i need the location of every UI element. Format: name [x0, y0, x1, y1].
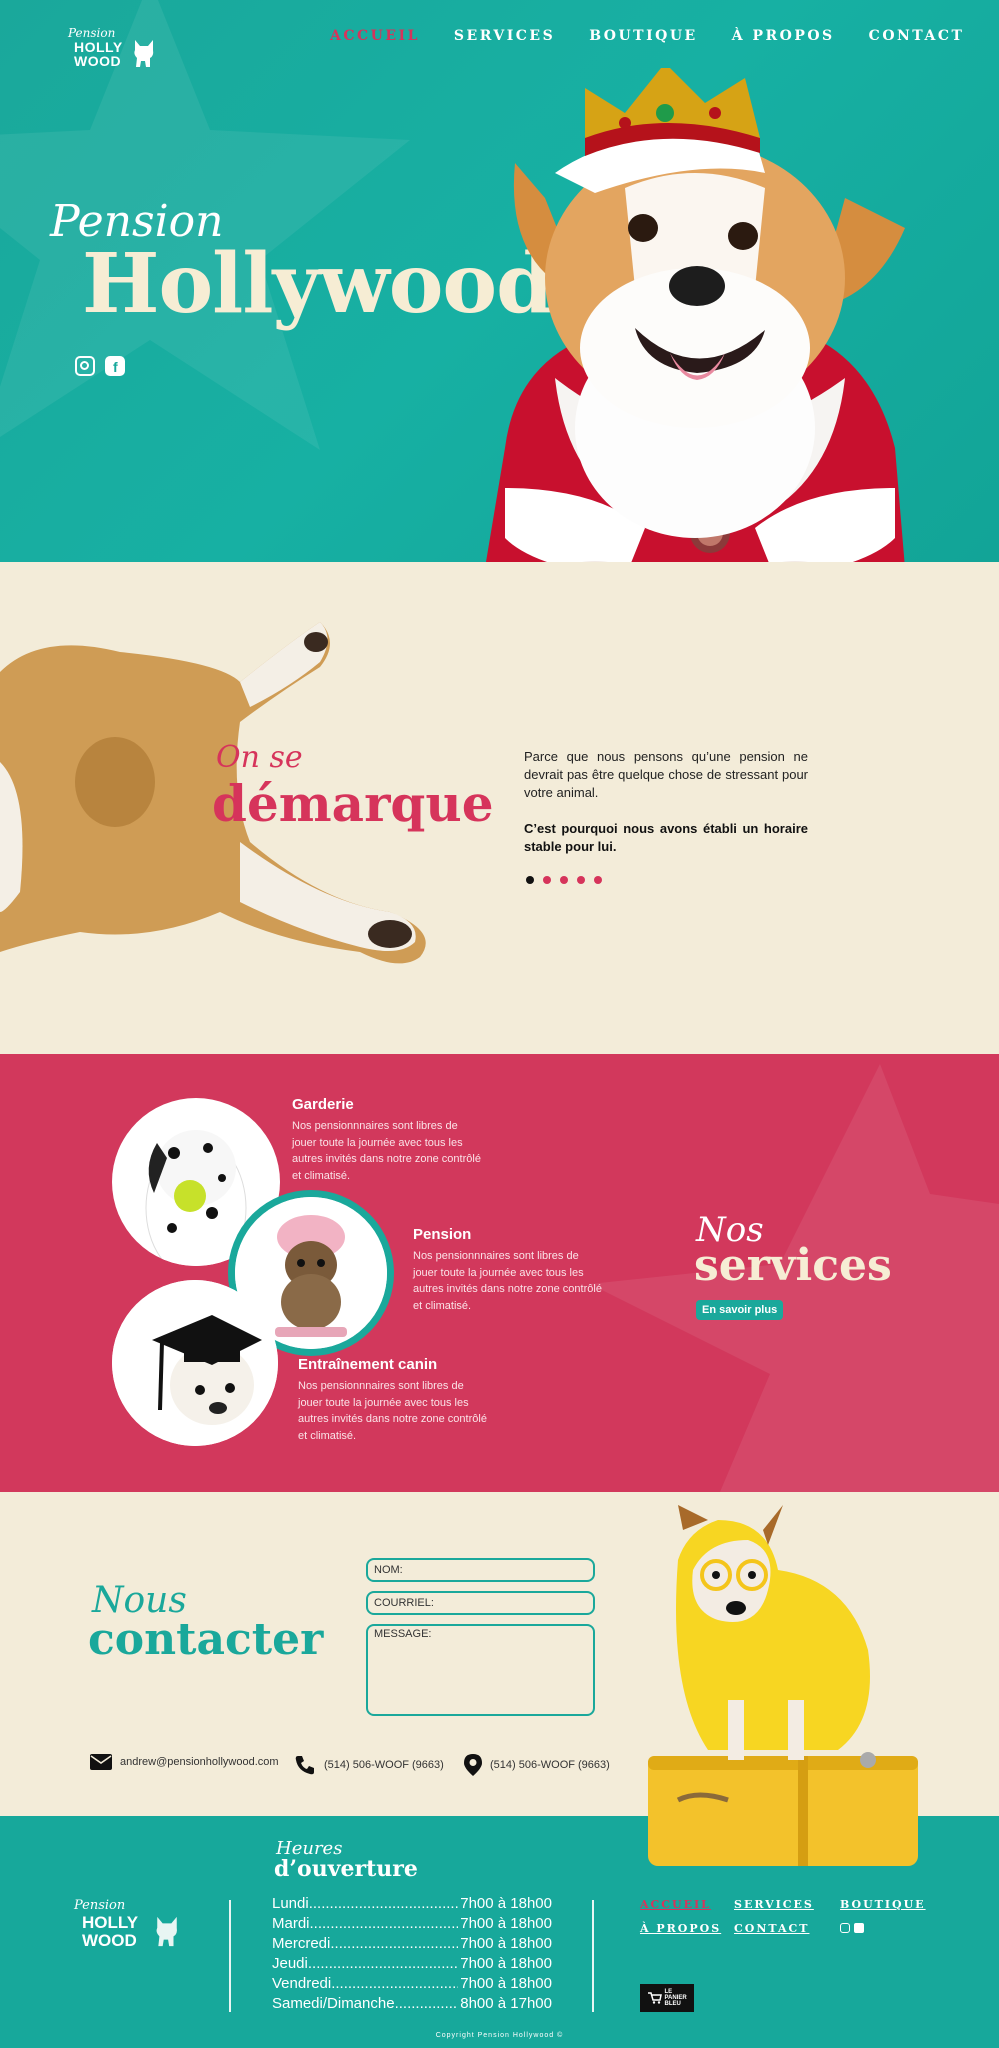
social-links: f — [75, 356, 125, 376]
contact-email-text: andrew@pensionhollywood.com — [120, 1756, 279, 1768]
hours-row: Jeudi...................................… — [272, 1955, 552, 1972]
logo-script: Pension — [68, 26, 116, 40]
footer-social — [840, 1923, 864, 1933]
bulldog-icon — [134, 40, 154, 67]
header-logo[interactable]: Pension HOLLY WOOD — [66, 26, 166, 76]
nav-services[interactable]: SERVICES — [454, 28, 555, 44]
footer-nav-a-propos[interactable]: À PROPOS — [640, 1922, 721, 1935]
email-field[interactable] — [366, 1591, 595, 1615]
slider-dot[interactable] — [577, 876, 585, 884]
dog-suitcase-image — [648, 1505, 918, 1866]
intro-paragraph-1: Parce que nous pensons qu’une pension ne… — [524, 749, 808, 800]
slider-dot[interactable] — [543, 876, 551, 884]
service-title-entrainement: Entraînement canin — [298, 1356, 438, 1373]
nav-contact[interactable]: CONTACT — [869, 28, 965, 44]
slider-dot[interactable] — [560, 876, 568, 884]
service-text-garderie: Nos pensionnnaires sont libres de jouer … — [292, 1120, 481, 1182]
slider-dot[interactable] — [594, 876, 602, 884]
contact-phone-text: (514) 506-WOOF (9663) — [324, 1759, 444, 1771]
hours-row: Mardi...................................… — [272, 1915, 552, 1932]
hours-title: d’ouverture — [274, 1856, 418, 1882]
footer-nav-accueil[interactable]: ACCUEIL — [640, 1898, 711, 1911]
footer-nav-contact[interactable]: CONTACT — [734, 1922, 809, 1935]
services-title: services — [694, 1240, 892, 1291]
slider-dots — [526, 876, 602, 884]
main-nav: ACCUEIL SERVICES BOUTIQUE À PROPOS CONTA… — [330, 28, 998, 44]
contact-email[interactable]: andrew@pensionhollywood.com — [90, 1754, 279, 1770]
service-title-pension: Pension — [413, 1226, 472, 1243]
intro-paragraph-2: C’est pourquoi nous avons établi un hora… — [524, 821, 808, 854]
hours-row: Lundi...................................… — [272, 1895, 552, 1912]
location-pin-icon — [464, 1754, 482, 1776]
contact-address-text: (514) 506-WOOF (9663) — [490, 1759, 610, 1771]
hours-row: Samedi/Dimanche.........................… — [272, 1995, 552, 2012]
hours-row: Vendredi................................… — [272, 1975, 552, 1992]
footer-divider — [229, 1900, 231, 2012]
contact-address[interactable]: (514) 506-WOOF (9663) — [464, 1754, 610, 1776]
nav-a-propos[interactable]: À PROPOS — [732, 28, 835, 44]
intro-title: démarque — [212, 774, 494, 833]
learn-more-button[interactable]: En savoir plus — [696, 1300, 784, 1320]
phone-icon — [295, 1756, 314, 1775]
nav-boutique[interactable]: BOUTIQUE — [589, 28, 698, 44]
service-text-pension: Nos pensionnnaires sont libres de jouer … — [413, 1250, 602, 1312]
slider-dot[interactable] — [526, 876, 534, 884]
mail-icon — [90, 1754, 112, 1770]
footer-logo-script: Pension — [74, 1898, 126, 1913]
instagram-icon[interactable] — [840, 1923, 850, 1933]
cart-icon — [647, 1992, 662, 2004]
logo-wordmark: HOLLY WOOD — [74, 39, 123, 69]
footer-divider — [592, 1900, 594, 2012]
facebook-icon[interactable] — [854, 1923, 864, 1933]
message-field[interactable] — [366, 1624, 595, 1716]
contact-title: contacter — [88, 1614, 324, 1665]
footer-logo-wordmark: HOLLY WOOD — [82, 1913, 139, 1950]
name-field[interactable] — [366, 1558, 595, 1582]
footer-nav-services[interactable]: SERVICES — [734, 1898, 814, 1911]
nav-accueil[interactable]: ACCUEIL — [330, 28, 420, 44]
facebook-icon[interactable]: f — [105, 356, 125, 376]
corgi-king-image — [485, 68, 905, 608]
panier-bleu-label: LE PANIER BLEU — [664, 1989, 687, 2007]
service-title-garderie: Garderie — [292, 1096, 354, 1113]
service-text-entrainement: Nos pensionnnaires sont libres de jouer … — [298, 1380, 487, 1442]
panier-bleu-badge[interactable]: LE PANIER BLEU — [640, 1984, 694, 2012]
opening-hours: Lundi...................................… — [272, 1894, 552, 2014]
copyright: Copyright Pension Hollywood © — [435, 2032, 564, 2039]
instagram-icon[interactable] — [75, 356, 95, 376]
footer-nav-boutique[interactable]: BOUTIQUE — [840, 1898, 926, 1911]
intro-script: On se — [216, 740, 303, 775]
bulldog-icon — [156, 1916, 177, 1947]
contact-phone[interactable]: (514) 506-WOOF (9663) — [294, 1754, 444, 1776]
entrainement-image — [112, 1280, 278, 1446]
hours-row: Mercredi................................… — [272, 1935, 552, 1952]
